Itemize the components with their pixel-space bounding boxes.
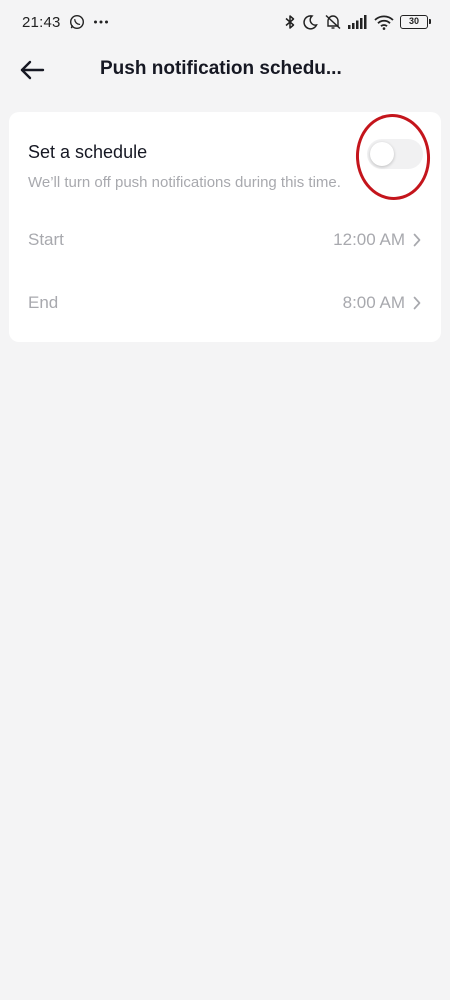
status-bar: 21:43 30 bbox=[0, 0, 450, 44]
schedule-toggle[interactable] bbox=[367, 139, 423, 169]
signal-icon bbox=[348, 15, 368, 29]
chevron-right-icon bbox=[413, 296, 421, 310]
toggle-knob bbox=[370, 142, 394, 166]
status-time: 21:43 bbox=[22, 13, 61, 31]
end-value-wrap: 8:00 AM bbox=[343, 293, 421, 313]
end-value: 8:00 AM bbox=[342, 293, 405, 312]
moon-icon bbox=[302, 14, 318, 30]
status-left: 21:43 bbox=[22, 14, 109, 31]
header: Push notification schedu... bbox=[0, 44, 450, 94]
start-value-wrap: 12:00 AM bbox=[333, 230, 421, 250]
end-label: End bbox=[28, 293, 59, 312]
whatsapp-icon bbox=[69, 14, 85, 30]
back-button[interactable] bbox=[14, 52, 50, 88]
start-time-row[interactable]: Start 12:00 AM bbox=[9, 215, 441, 265]
muted-icon bbox=[324, 14, 342, 30]
more-dots-icon bbox=[93, 19, 109, 25]
chevron-right-icon bbox=[413, 233, 421, 247]
schedule-title: Set a schedule bbox=[28, 142, 148, 162]
end-time-row[interactable]: End 8:00 AM bbox=[9, 278, 441, 328]
schedule-description: We’ll turn off push notifications during… bbox=[28, 174, 341, 191]
back-arrow-icon bbox=[19, 60, 45, 80]
start-label: Start bbox=[28, 230, 64, 249]
page-title: Push notification schedu... bbox=[100, 58, 342, 79]
status-right: 30 bbox=[284, 14, 431, 30]
wifi-icon bbox=[374, 15, 394, 30]
bluetooth-icon bbox=[284, 14, 296, 30]
start-value: 12:00 AM bbox=[333, 230, 405, 249]
battery-icon: 30 bbox=[400, 15, 431, 29]
schedule-card: Set a schedule We’ll turn off push notif… bbox=[9, 111, 441, 342]
